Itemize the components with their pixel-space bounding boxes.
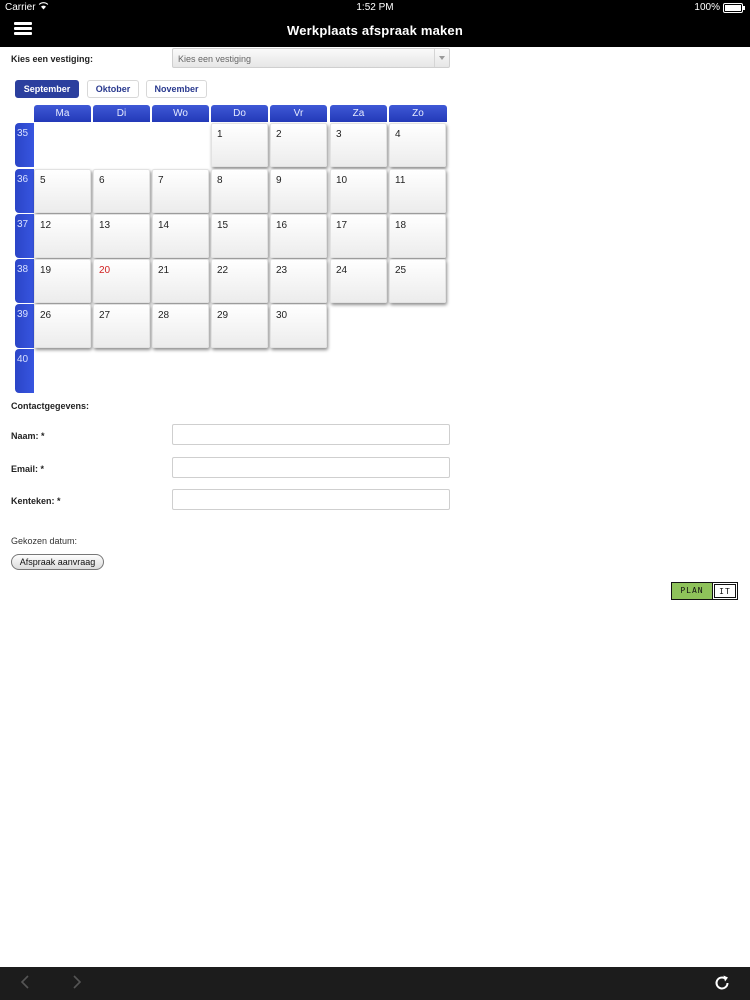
calendar-day[interactable]: 30 — [270, 304, 327, 348]
calendar-day[interactable]: 21 — [152, 259, 209, 303]
week-number: 35 — [15, 123, 34, 167]
calendar-day[interactable]: 18 — [389, 214, 446, 258]
day-header-ma: Ma — [34, 105, 91, 122]
tab-september[interactable]: September — [15, 80, 79, 98]
week-number: 40 — [15, 349, 34, 393]
calendar-day[interactable]: 6 — [93, 169, 150, 213]
back-arrow-icon[interactable] — [20, 975, 30, 989]
calendar-day[interactable]: 5 — [34, 169, 91, 213]
calendar-day[interactable]: 12 — [34, 214, 91, 258]
calendar-day[interactable]: 17 — [330, 214, 387, 258]
top-bar: Carrier 1:52 PM 100% Werkplaats afspraak… — [0, 0, 750, 47]
naam-label: Naam: * — [11, 431, 45, 441]
calendar-day[interactable]: 14 — [152, 214, 209, 258]
tab-oktober[interactable]: Oktober — [87, 80, 139, 98]
page-title: Werkplaats afspraak maken — [286, 23, 464, 38]
calendar-day[interactable]: 13 — [93, 214, 150, 258]
calendar-day[interactable]: 24 — [330, 259, 387, 303]
afspraak-aanvraag-button[interactable]: Afspraak aanvraag — [11, 554, 104, 570]
refresh-icon[interactable] — [713, 974, 731, 992]
calendar-day[interactable]: 19 — [34, 259, 91, 303]
day-header-do: Do — [211, 105, 268, 122]
calendar-day[interactable]: 9 — [270, 169, 327, 213]
calendar-day[interactable]: 10 — [330, 169, 387, 213]
status-time: 1:52 PM — [356, 2, 394, 13]
calendar-day[interactable]: 26 — [34, 304, 91, 348]
calendar-day[interactable]: 16 — [270, 214, 327, 258]
week-number: 39 — [15, 304, 34, 348]
calendar-day[interactable]: 28 — [152, 304, 209, 348]
day-header-zo: Zo — [389, 105, 447, 122]
day-header-wo: Wo — [152, 105, 209, 122]
day-header-di: Di — [93, 105, 150, 122]
calendar-day[interactable]: 27 — [93, 304, 150, 348]
kenteken-input[interactable] — [172, 489, 450, 510]
battery-icon — [723, 3, 745, 13]
calendar-day[interactable]: 1 — [211, 123, 268, 167]
chevron-down-icon — [434, 49, 449, 67]
calendar-day[interactable]: 4 — [389, 123, 446, 167]
calendar-day[interactable]: 8 — [211, 169, 268, 213]
status-battery: 100% — [694, 2, 720, 13]
calendar-day[interactable]: 7 — [152, 169, 209, 213]
email-label: Email: * — [11, 464, 45, 474]
calendar-day[interactable]: 25 — [389, 259, 446, 303]
day-header-za: Za — [330, 105, 387, 122]
hamburger-menu-icon[interactable] — [14, 22, 32, 36]
calendar-day[interactable]: 22 — [211, 259, 268, 303]
calendar-day[interactable]: 23 — [270, 259, 327, 303]
forward-arrow-icon[interactable] — [72, 975, 82, 989]
vestiging-select[interactable]: Kies een vestiging — [172, 48, 450, 68]
week-number: 36 — [15, 169, 34, 213]
calendar-day[interactable]: 29 — [211, 304, 268, 348]
vestiging-select-value: Kies een vestiging — [178, 54, 252, 64]
calendar-day[interactable]: 20 — [93, 259, 150, 303]
vestiging-label: Kies een vestiging: — [11, 54, 94, 64]
week-number: 37 — [15, 214, 34, 258]
logo-it-text: IT — [714, 584, 736, 598]
email-input[interactable] — [172, 457, 450, 478]
calendar-day[interactable]: 11 — [389, 169, 446, 213]
planit-logo: PLAN IT — [671, 582, 738, 600]
calendar-day[interactable]: 3 — [330, 123, 387, 167]
naam-input[interactable] — [172, 424, 450, 445]
day-header-vr: Vr — [270, 105, 327, 122]
calendar-day[interactable]: 15 — [211, 214, 268, 258]
calendar-day[interactable]: 2 — [270, 123, 327, 167]
contact-heading: Contactgegevens: — [11, 401, 90, 411]
tab-november[interactable]: November — [146, 80, 207, 98]
chosen-date-label: Gekozen datum: — [11, 536, 78, 546]
week-number: 38 — [15, 259, 34, 303]
kenteken-label: Kenteken: * — [11, 496, 61, 506]
bottom-toolbar — [0, 967, 750, 1000]
logo-plan-text: PLAN — [672, 583, 713, 599]
